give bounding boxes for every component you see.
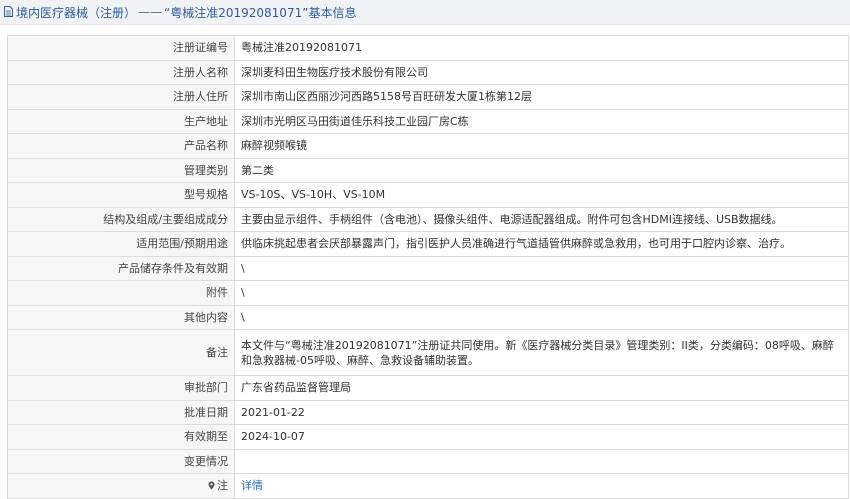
table-row: 审批部门 广东省药品监督管理局 (7, 375, 849, 401)
table-row: 注册人名称 深圳麦科田生物医疗技术股份有限公司 (7, 59, 849, 85)
table-row: 备注 本文件与“粤械注准20192081071”注册证共同使用。新《医疗器械分类… (7, 329, 849, 376)
document-icon (4, 5, 13, 17)
table-row: 注 详情 (7, 473, 849, 499)
field-value: 供临床挑起患者会厌部暴露声门，指引医护人员准确进行气道插管供麻醉或急救用，也可用… (234, 231, 849, 257)
title-suffix: 基本信息 (308, 5, 357, 20)
title-separator: —— (138, 5, 163, 19)
table-row: 其他内容 \ (7, 304, 849, 330)
field-label: 注册人住所 (7, 84, 235, 110)
field-value: \ (234, 304, 849, 330)
field-label: 变更情况 (7, 448, 235, 474)
field-label: 审批部门 (7, 375, 235, 401)
table-row: 有效期至 2024-10-07 (7, 424, 849, 450)
field-label: 产品储存条件及有效期 (7, 255, 235, 281)
table-row: 产品储存条件及有效期 \ (7, 255, 849, 281)
note-value-cell: 详情 (234, 473, 849, 499)
detail-table: 注册证编号 粤械注准20192081071 注册人名称 深圳麦科田生物医疗技术股… (7, 35, 849, 499)
field-value: \ (234, 280, 849, 306)
table-row: 附件 \ (7, 280, 849, 306)
table-row: 注册证编号 粤械注准20192081071 (7, 35, 849, 61)
field-value: 2024-10-07 (234, 424, 849, 450)
table-row: 变更情况 (7, 448, 849, 474)
field-value: 广东省药品监督管理局 (234, 375, 849, 401)
field-label: 有效期至 (7, 424, 235, 450)
field-label: 管理类别 (7, 157, 235, 183)
page-title-bar: 境内医疗器械（注册） —— “粤械注准20192081071” 基本信息 (0, 0, 850, 25)
field-label: 适用范围/预期用途 (7, 231, 235, 257)
field-value: 2021-01-22 (234, 399, 849, 425)
field-label: 生产地址 (7, 108, 235, 134)
table-row: 生产地址 深圳市光明区马田街道佳乐科技工业园厂房C栋 (7, 108, 849, 134)
field-label: 型号规格 (7, 182, 235, 208)
field-value: 本文件与“粤械注准20192081071”注册证共同使用。新《医疗器械分类目录》… (234, 329, 849, 376)
registration-number-title: “粤械注准20192081071” (164, 5, 309, 20)
field-label: 注册证编号 (7, 35, 235, 61)
table-row: 管理类别 第二类 (7, 157, 849, 183)
field-value: 主要由显示组件、手柄组件（含电池）、摄像头组件、电源适配器组成。附件可包含HDM… (234, 206, 849, 232)
table-row: 批准日期 2021-01-22 (7, 399, 849, 425)
field-value: 深圳麦科田生物医疗技术股份有限公司 (234, 59, 849, 85)
field-label: 备注 (7, 329, 235, 376)
field-value: 深圳市南山区西丽沙河西路5158号百旺研发大厦1栋第12层 (234, 84, 849, 110)
table-row: 型号规格 VS-10S、VS-10H、VS-10M (7, 182, 849, 208)
table-row: 适用范围/预期用途 供临床挑起患者会厌部暴露声门，指引医护人员准确进行气道插管供… (7, 231, 849, 257)
section-label: 境内医疗器械（注册） (16, 5, 137, 20)
field-value: VS-10S、VS-10H、VS-10M (234, 182, 849, 208)
field-value: 深圳市光明区马田街道佳乐科技工业园厂房C栋 (234, 108, 849, 134)
field-value: 麻醉视频喉镜 (234, 133, 849, 159)
field-value (234, 448, 849, 474)
field-value: \ (234, 255, 849, 281)
field-label: 结构及组成/主要组成成分 (7, 206, 235, 232)
field-label: 注册人名称 (7, 59, 235, 85)
field-label: 批准日期 (7, 399, 235, 425)
table-row: 注册人住所 深圳市南山区西丽沙河西路5158号百旺研发大厦1栋第12层 (7, 84, 849, 110)
field-label: 其他内容 (7, 304, 235, 330)
table-row: 结构及组成/主要组成成分 主要由显示组件、手柄组件（含电池）、摄像头组件、电源适… (7, 206, 849, 232)
field-label: 产品名称 (7, 133, 235, 159)
field-label: 附件 (7, 280, 235, 306)
field-value: 粤械注准20192081071 (234, 35, 849, 61)
details-link[interactable]: 详情 (241, 479, 263, 492)
field-value: 第二类 (234, 157, 849, 183)
table-row: 产品名称 麻醉视频喉镜 (7, 133, 849, 159)
note-label: 注 (217, 479, 228, 493)
note-label-cell: 注 (7, 473, 235, 499)
location-pin-icon (208, 481, 215, 490)
